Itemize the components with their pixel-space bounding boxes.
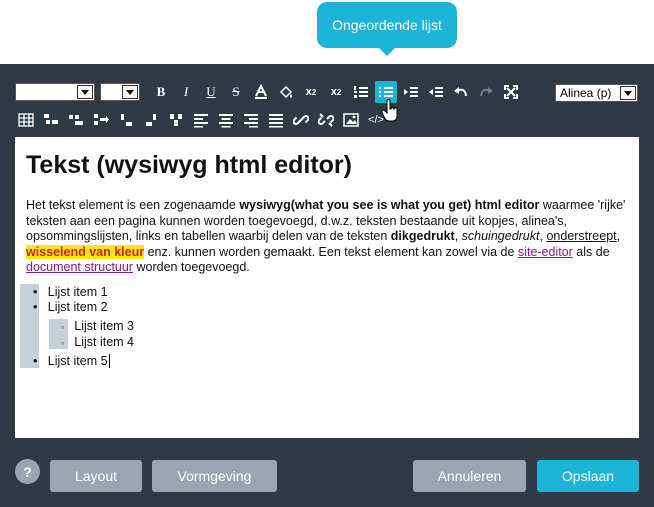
list-item: ▫ Lijst item 4 (61, 335, 135, 349)
italic-icon[interactable]: I (175, 81, 197, 103)
col-delete-icon[interactable] (165, 109, 187, 131)
para-bold2: dikgedrukt (390, 229, 455, 243)
subscript-icon[interactable]: x2 (325, 81, 347, 103)
redo-icon[interactable] (475, 81, 497, 103)
list-item-text: Lijst item 4 (74, 335, 135, 349)
table-icon[interactable] (15, 109, 37, 131)
undo-icon[interactable] (450, 81, 472, 103)
para-intro: Het tekst element is een zogenaamde (26, 198, 240, 212)
align-right-icon[interactable] (240, 109, 262, 131)
link-icon[interactable] (290, 109, 312, 131)
list-item-text: Lijst item 2 (47, 300, 108, 314)
text-color-icon[interactable] (250, 81, 272, 103)
editor-heading: Tekst (wysiwyg html editor) (26, 151, 352, 179)
fullscreen-icon[interactable] (500, 81, 522, 103)
para-italic: schuingedrukt (461, 229, 540, 243)
para-als: als de (572, 244, 610, 259)
chevron-down-icon (122, 85, 138, 99)
para-underline: onderstreept (546, 229, 617, 243)
unordered-list: • Lijst item 1 • Lijst item 2 (33, 285, 108, 315)
para-link-site-editor[interactable]: site-editor (518, 245, 573, 259)
para-link-document-structuur[interactable]: document structuur (26, 260, 133, 274)
col-insert-after-icon[interactable] (140, 109, 162, 131)
indent-icon[interactable] (400, 81, 422, 103)
list-item-text: Lijst item 5 (47, 354, 108, 368)
align-center-icon[interactable] (215, 109, 237, 131)
tooltip-text: Ongeordende lijst (332, 17, 442, 33)
list-item: ▫ Lijst item 3 (61, 319, 135, 333)
list-item: • Lijst item 2 (33, 300, 108, 314)
para-end: worden toegevoegd. (133, 260, 250, 274)
help-button[interactable]: ? (15, 459, 40, 484)
format-select[interactable]: Alinea (p) (555, 84, 638, 102)
para-comma3: , (616, 229, 621, 243)
row-delete-icon[interactable] (90, 109, 112, 131)
vormgeving-button[interactable]: Vormgeving (152, 460, 277, 492)
row-insert-before-icon[interactable] (40, 109, 62, 131)
outdent-icon[interactable] (425, 81, 447, 103)
image-icon[interactable] (340, 109, 362, 131)
row-insert-after-icon[interactable] (65, 109, 87, 131)
list-item-text: Lijst item 3 (74, 319, 135, 333)
superscript-icon[interactable]: x2 (300, 81, 322, 103)
para-comma: , (454, 229, 462, 243)
font-size-select[interactable] (100, 83, 140, 101)
strikethrough-icon[interactable]: S (225, 81, 247, 103)
align-justify-icon[interactable] (265, 109, 287, 131)
cancel-button[interactable]: Annuleren (413, 460, 526, 492)
unlink-icon[interactable] (315, 109, 337, 131)
list-item: • Lijst item 1 (33, 285, 108, 299)
para-highlight: wisselend van kleur (26, 244, 145, 259)
ordered-list-icon[interactable] (350, 81, 372, 103)
underline-icon[interactable]: U (200, 81, 222, 103)
para-mid: enz. kunnen worden gemaakt. Een tekst el… (144, 244, 518, 259)
bold-icon[interactable]: B (150, 81, 172, 103)
chevron-down-icon (77, 85, 93, 99)
align-left-icon[interactable] (190, 109, 212, 131)
nested-list: ▫ Lijst item 3 ▫ Lijst item 4 (61, 319, 134, 351)
pointer-cursor-icon (381, 99, 399, 128)
list-item-text: Lijst item 1 (47, 285, 108, 299)
para-bold: wysiwyg(what you see is what you get) ht… (239, 198, 540, 212)
editor-paragraph: Het tekst element is een zogenaamde wysi… (26, 198, 636, 276)
list-item: • Lijst item 5 (33, 354, 110, 368)
tooltip: Ongeordende lijst (317, 2, 457, 56)
format-select-value: Alinea (p) (560, 86, 612, 100)
background-color-icon[interactable] (275, 81, 297, 103)
font-family-select[interactable] (15, 83, 95, 101)
editor-content[interactable]: Tekst (wysiwyg html editor) Het tekst el… (15, 137, 639, 438)
chevron-down-icon (620, 86, 636, 100)
text-caret (108, 354, 110, 368)
col-insert-before-icon[interactable] (115, 109, 137, 131)
layout-button[interactable]: Layout (50, 460, 142, 492)
unordered-list-tail: • Lijst item 5 (33, 354, 110, 369)
editor-panel: B I U S x2 x2 Alinea (p) </> Tekst (wysi… (0, 64, 654, 507)
save-button[interactable]: Opslaan (537, 460, 639, 492)
